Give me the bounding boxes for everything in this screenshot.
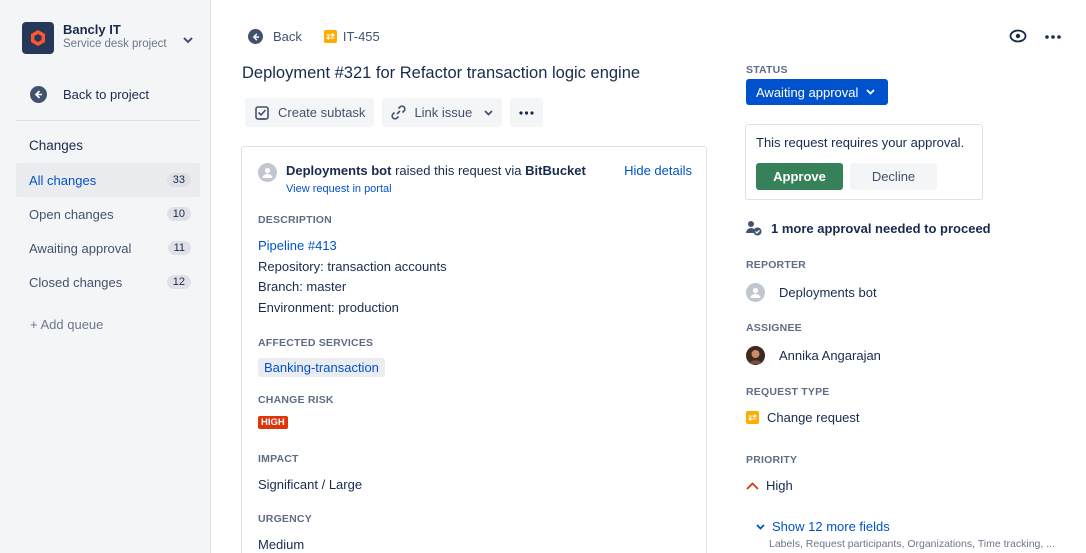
arrow-left-icon[interactable] bbox=[248, 29, 263, 44]
raised-by: Deployments bot bbox=[286, 163, 392, 178]
assignee-label: ASSIGNEE bbox=[746, 322, 802, 334]
status-label: STATUS bbox=[746, 64, 788, 76]
change-request-icon bbox=[746, 411, 759, 424]
request-header: Deployments bot raised this request via … bbox=[258, 163, 692, 197]
assignee-name: Annika Angarajan bbox=[779, 348, 881, 363]
back-link[interactable]: Back bbox=[273, 29, 302, 44]
queue-count-badge: 33 bbox=[166, 173, 191, 187]
more-options-button[interactable] bbox=[510, 98, 544, 127]
reporter-name: Deployments bot bbox=[779, 285, 877, 300]
approvals-needed-text: 1 more approval needed to proceed bbox=[771, 220, 991, 236]
chevron-down-icon bbox=[866, 89, 876, 95]
request-type-label: REQUEST TYPE bbox=[746, 386, 830, 398]
bot-avatar bbox=[258, 163, 277, 182]
approval-panel: This request requires your approval. App… bbox=[745, 124, 983, 200]
link-issue-label: Link issue bbox=[414, 105, 473, 120]
link-issue-button[interactable]: Link issue bbox=[382, 98, 503, 127]
repository-text: Repository: transaction accounts bbox=[258, 259, 447, 274]
add-queue-link[interactable]: + Add queue bbox=[30, 317, 103, 332]
sidebar-item-closed-changes[interactable]: Closed changes 12 bbox=[16, 265, 200, 299]
risk-badge: HIGH bbox=[258, 416, 288, 429]
reporter-label: REPORTER bbox=[746, 259, 806, 271]
environment-text: Environment: production bbox=[258, 300, 399, 315]
sidebar-item-label: Closed changes bbox=[29, 274, 123, 290]
approve-button[interactable]: Approve bbox=[756, 163, 843, 190]
back-to-project-link[interactable]: Back to project bbox=[30, 86, 149, 103]
affected-services-label: AFFECTED SERVICES bbox=[258, 337, 374, 349]
status-dropdown[interactable]: Awaiting approval bbox=[746, 79, 888, 105]
project-logo-icon bbox=[22, 22, 54, 54]
project-name: Bancly IT bbox=[63, 22, 121, 37]
hidden-fields-summary: Labels, Request participants, Organizati… bbox=[769, 538, 1055, 550]
sidebar-item-open-changes[interactable]: Open changes 10 bbox=[16, 197, 200, 231]
raised-mid: raised this request via bbox=[391, 163, 526, 178]
create-subtask-button[interactable]: Create subtask bbox=[245, 98, 375, 127]
change-risk-label: CHANGE RISK bbox=[258, 394, 334, 406]
urgency-value: Medium bbox=[258, 537, 305, 552]
status-value: Awaiting approval bbox=[756, 84, 859, 100]
request-type-field[interactable]: Change request bbox=[746, 410, 860, 425]
impact-value: Significant / Large bbox=[258, 477, 363, 492]
issue-toolbar: Create subtask Link issue bbox=[245, 98, 544, 127]
issue-key-link[interactable]: IT-455 bbox=[343, 29, 380, 44]
sidebar-item-label: Awaiting approval bbox=[29, 240, 132, 256]
urgency-label: URGENCY bbox=[258, 513, 312, 525]
project-type: Service desk project bbox=[63, 38, 167, 50]
chevron-down-icon[interactable] bbox=[183, 32, 193, 47]
issue-title[interactable]: Deployment #321 for Refactor transaction… bbox=[242, 64, 640, 83]
affected-service-tag[interactable]: Banking-transaction bbox=[258, 358, 385, 377]
assignee-avatar bbox=[746, 346, 765, 365]
impact-label: IMPACT bbox=[258, 453, 299, 465]
priority-field[interactable]: High bbox=[746, 478, 793, 493]
sidebar-item-label: Open changes bbox=[29, 206, 114, 222]
request-details-card: Deployments bot raised this request via … bbox=[241, 146, 707, 553]
sidebar-heading: Changes bbox=[29, 138, 84, 153]
subtask-icon bbox=[255, 105, 269, 120]
reporter-field[interactable]: Deployments bot bbox=[746, 283, 877, 302]
sidebar-item-awaiting-approval[interactable]: Awaiting approval 11 bbox=[16, 231, 200, 265]
hide-details-link[interactable]: Hide details bbox=[624, 163, 692, 178]
show-more-label: Show 12 more fields bbox=[772, 519, 890, 534]
priority-label: PRIORITY bbox=[746, 454, 798, 466]
show-more-fields-link[interactable]: Show 12 more fields bbox=[756, 519, 890, 534]
sidebar-item-all-changes[interactable]: All changes 33 bbox=[16, 163, 200, 197]
queue-count-badge: 11 bbox=[167, 241, 191, 255]
approvals-needed: 1 more approval needed to proceed bbox=[746, 220, 991, 236]
pipeline-link[interactable]: Pipeline #413 bbox=[258, 236, 337, 257]
more-actions-icon[interactable] bbox=[1044, 29, 1062, 46]
queue-list: All changes 33 Open changes 10 Awaiting … bbox=[16, 163, 200, 299]
queue-count-badge: 10 bbox=[166, 207, 191, 221]
chevron-down-icon bbox=[484, 109, 493, 116]
approvers-icon bbox=[746, 221, 762, 236]
project-switcher[interactable]: Bancly IT Service desk project bbox=[22, 22, 197, 54]
breadcrumb: Back IT-455 bbox=[248, 29, 380, 44]
view-in-portal-link[interactable]: View request in portal bbox=[286, 182, 586, 197]
link-icon bbox=[391, 105, 407, 120]
decline-button[interactable]: Decline bbox=[850, 163, 937, 190]
chevron-down-icon bbox=[756, 523, 765, 530]
approval-message: This request requires your approval. bbox=[756, 135, 965, 150]
queue-count-badge: 12 bbox=[166, 275, 191, 289]
sidebar: Bancly IT Service desk project Back to p… bbox=[0, 0, 211, 553]
sidebar-divider bbox=[16, 120, 200, 121]
sidebar-item-label: All changes bbox=[29, 172, 97, 188]
raised-via: BitBucket bbox=[525, 163, 586, 178]
arrow-left-icon bbox=[30, 86, 47, 103]
more-icon bbox=[519, 110, 534, 115]
watch-icon[interactable] bbox=[1009, 29, 1027, 46]
priority-high-icon bbox=[746, 481, 759, 490]
change-request-icon bbox=[323, 30, 337, 43]
request-type-value: Change request bbox=[767, 410, 860, 425]
priority-value: High bbox=[766, 478, 793, 493]
branch-text: Branch: master bbox=[258, 279, 347, 294]
reporter-avatar bbox=[746, 283, 765, 302]
description-label: DESCRIPTION bbox=[258, 214, 332, 226]
assignee-field[interactable]: Annika Angarajan bbox=[746, 346, 881, 365]
back-to-project-label: Back to project bbox=[63, 87, 149, 102]
create-subtask-label: Create subtask bbox=[278, 105, 366, 120]
